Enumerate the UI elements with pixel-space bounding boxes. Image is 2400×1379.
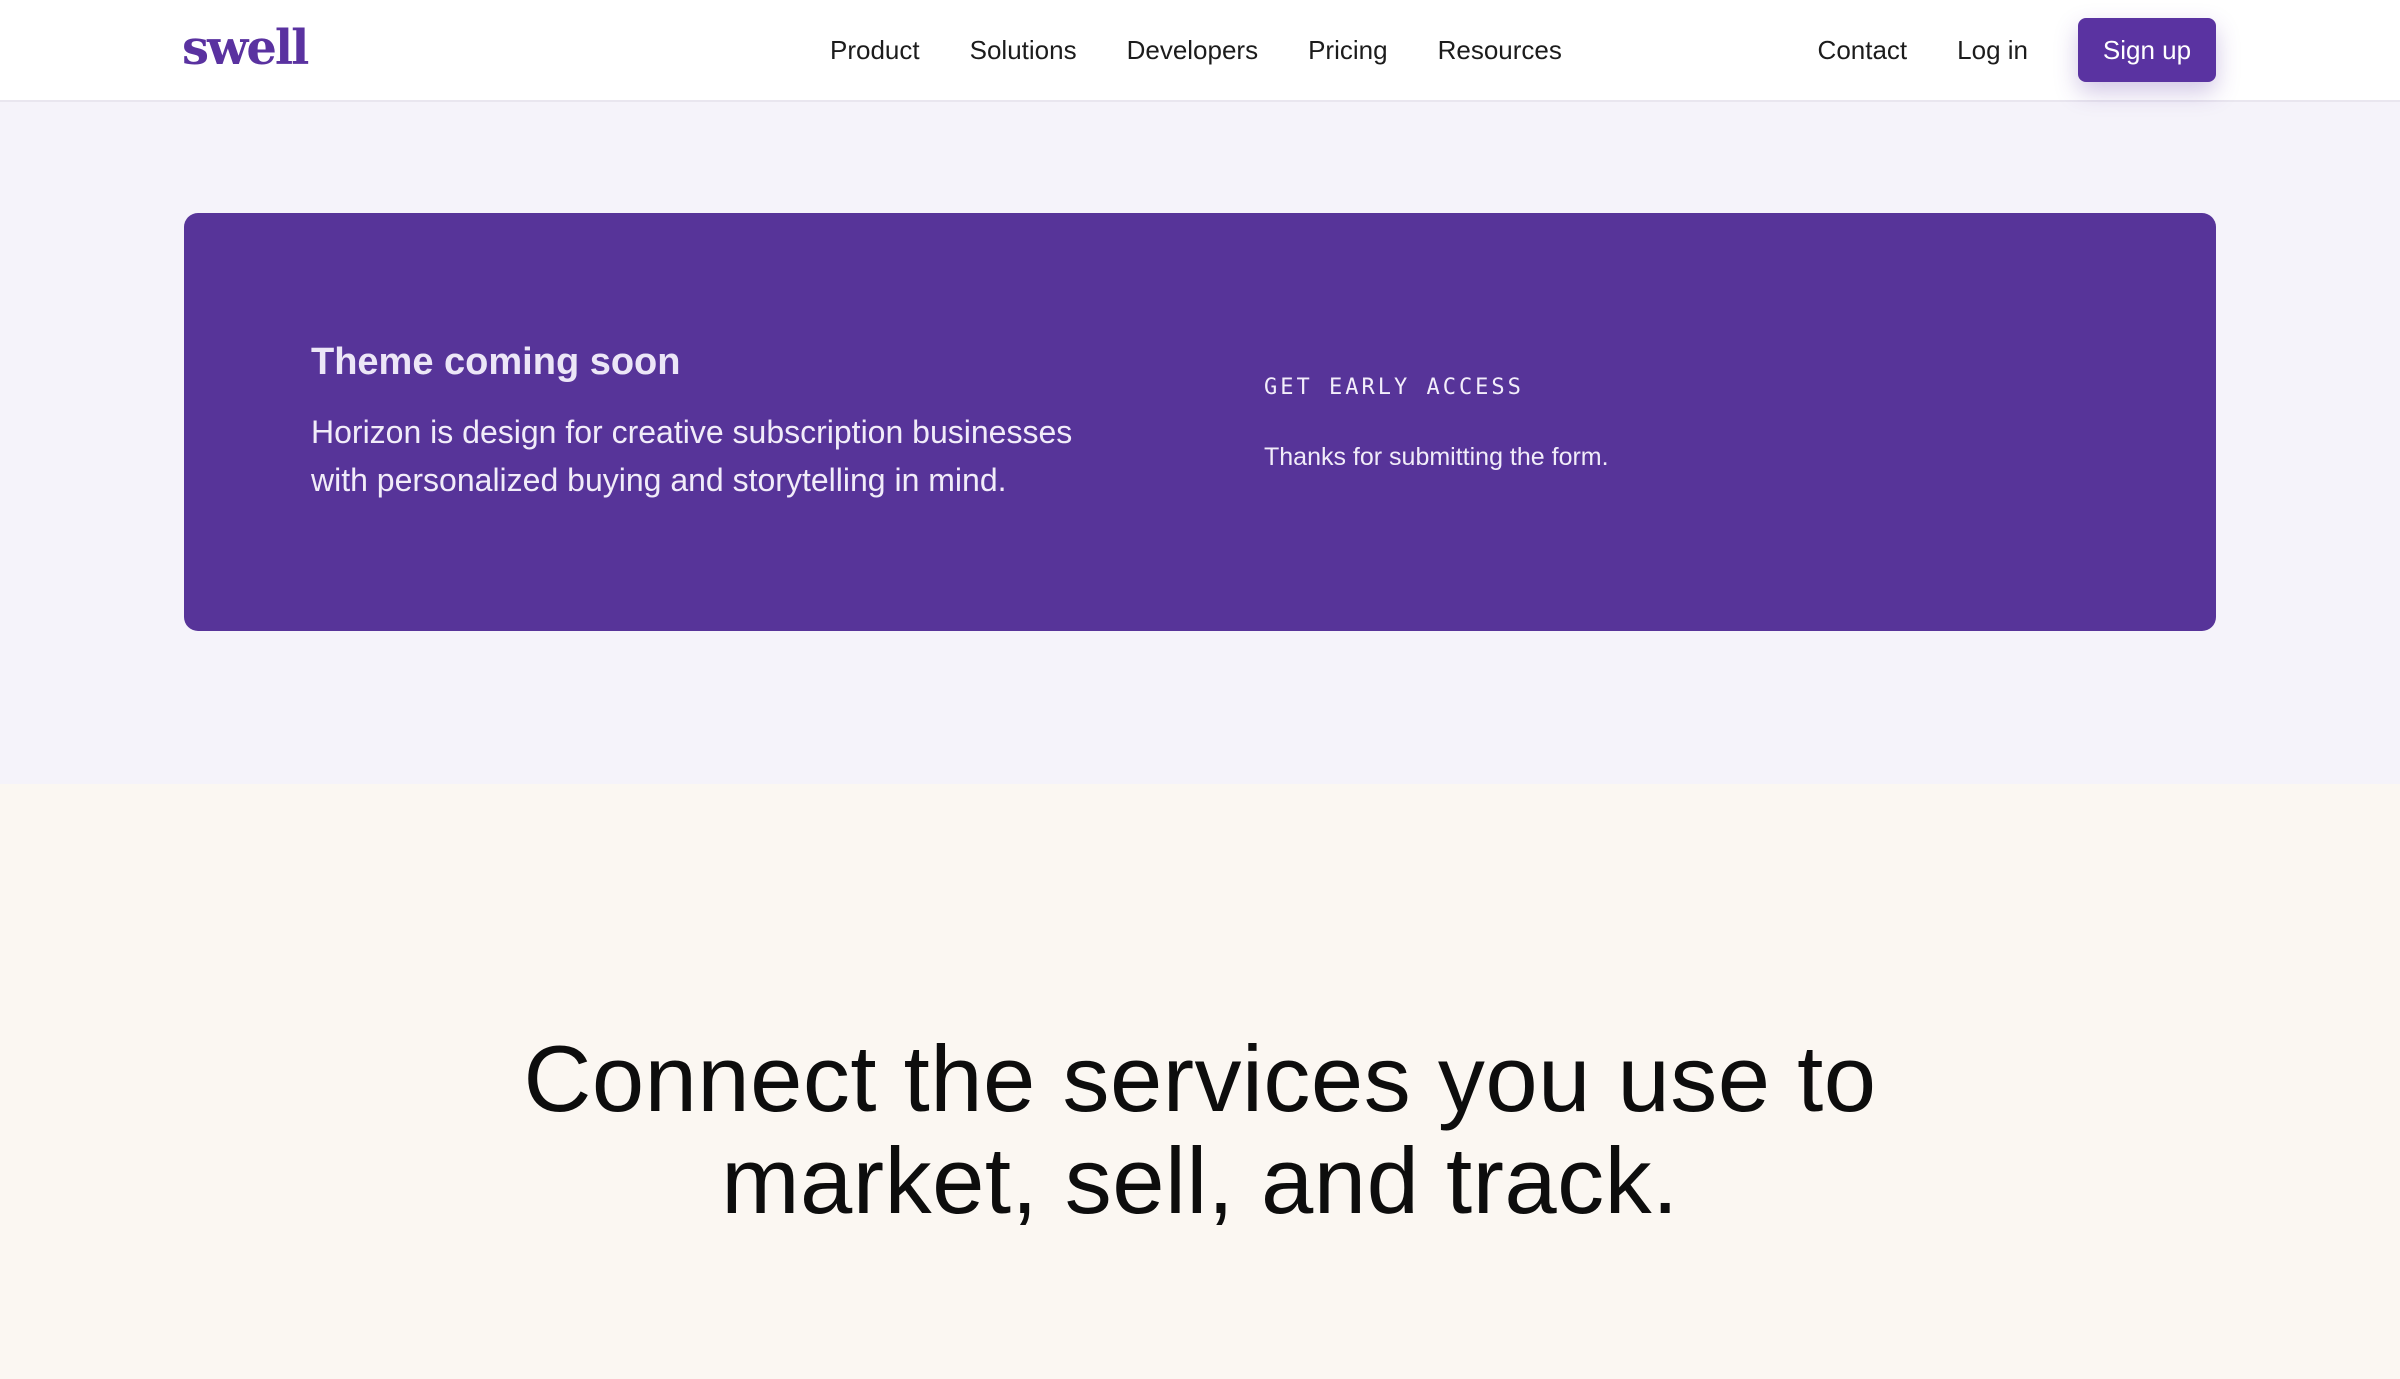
contact-link[interactable]: Contact (1818, 35, 1908, 66)
promo-title: Theme coming soon (311, 341, 681, 383)
swell-logo[interactable]: swell (182, 18, 309, 78)
signup-button[interactable]: Sign up (2078, 18, 2216, 82)
form-success-message: Thanks for submitting the form. (1264, 443, 1609, 471)
account-nav: Contact Log in Sign up (1818, 0, 2216, 100)
nav-solutions[interactable]: Solutions (970, 35, 1077, 66)
main-nav: Product Solutions Developers Pricing Res… (830, 0, 1562, 100)
login-link[interactable]: Log in (1957, 35, 2028, 66)
site-header: swell Product Solutions Developers Prici… (0, 0, 2400, 102)
nav-product[interactable]: Product (830, 35, 920, 66)
nav-pricing[interactable]: Pricing (1308, 35, 1387, 66)
connect-heading: Connect the services you use to market, … (523, 1026, 1877, 1233)
promo-description: Horizon is design for creative subscript… (311, 414, 1073, 498)
early-access-label: GET EARLY ACCESS (1264, 375, 1524, 400)
nav-resources[interactable]: Resources (1438, 35, 1562, 66)
theme-promo-card: Theme coming soon Horizon is design for … (184, 213, 2216, 631)
nav-developers[interactable]: Developers (1127, 35, 1259, 66)
